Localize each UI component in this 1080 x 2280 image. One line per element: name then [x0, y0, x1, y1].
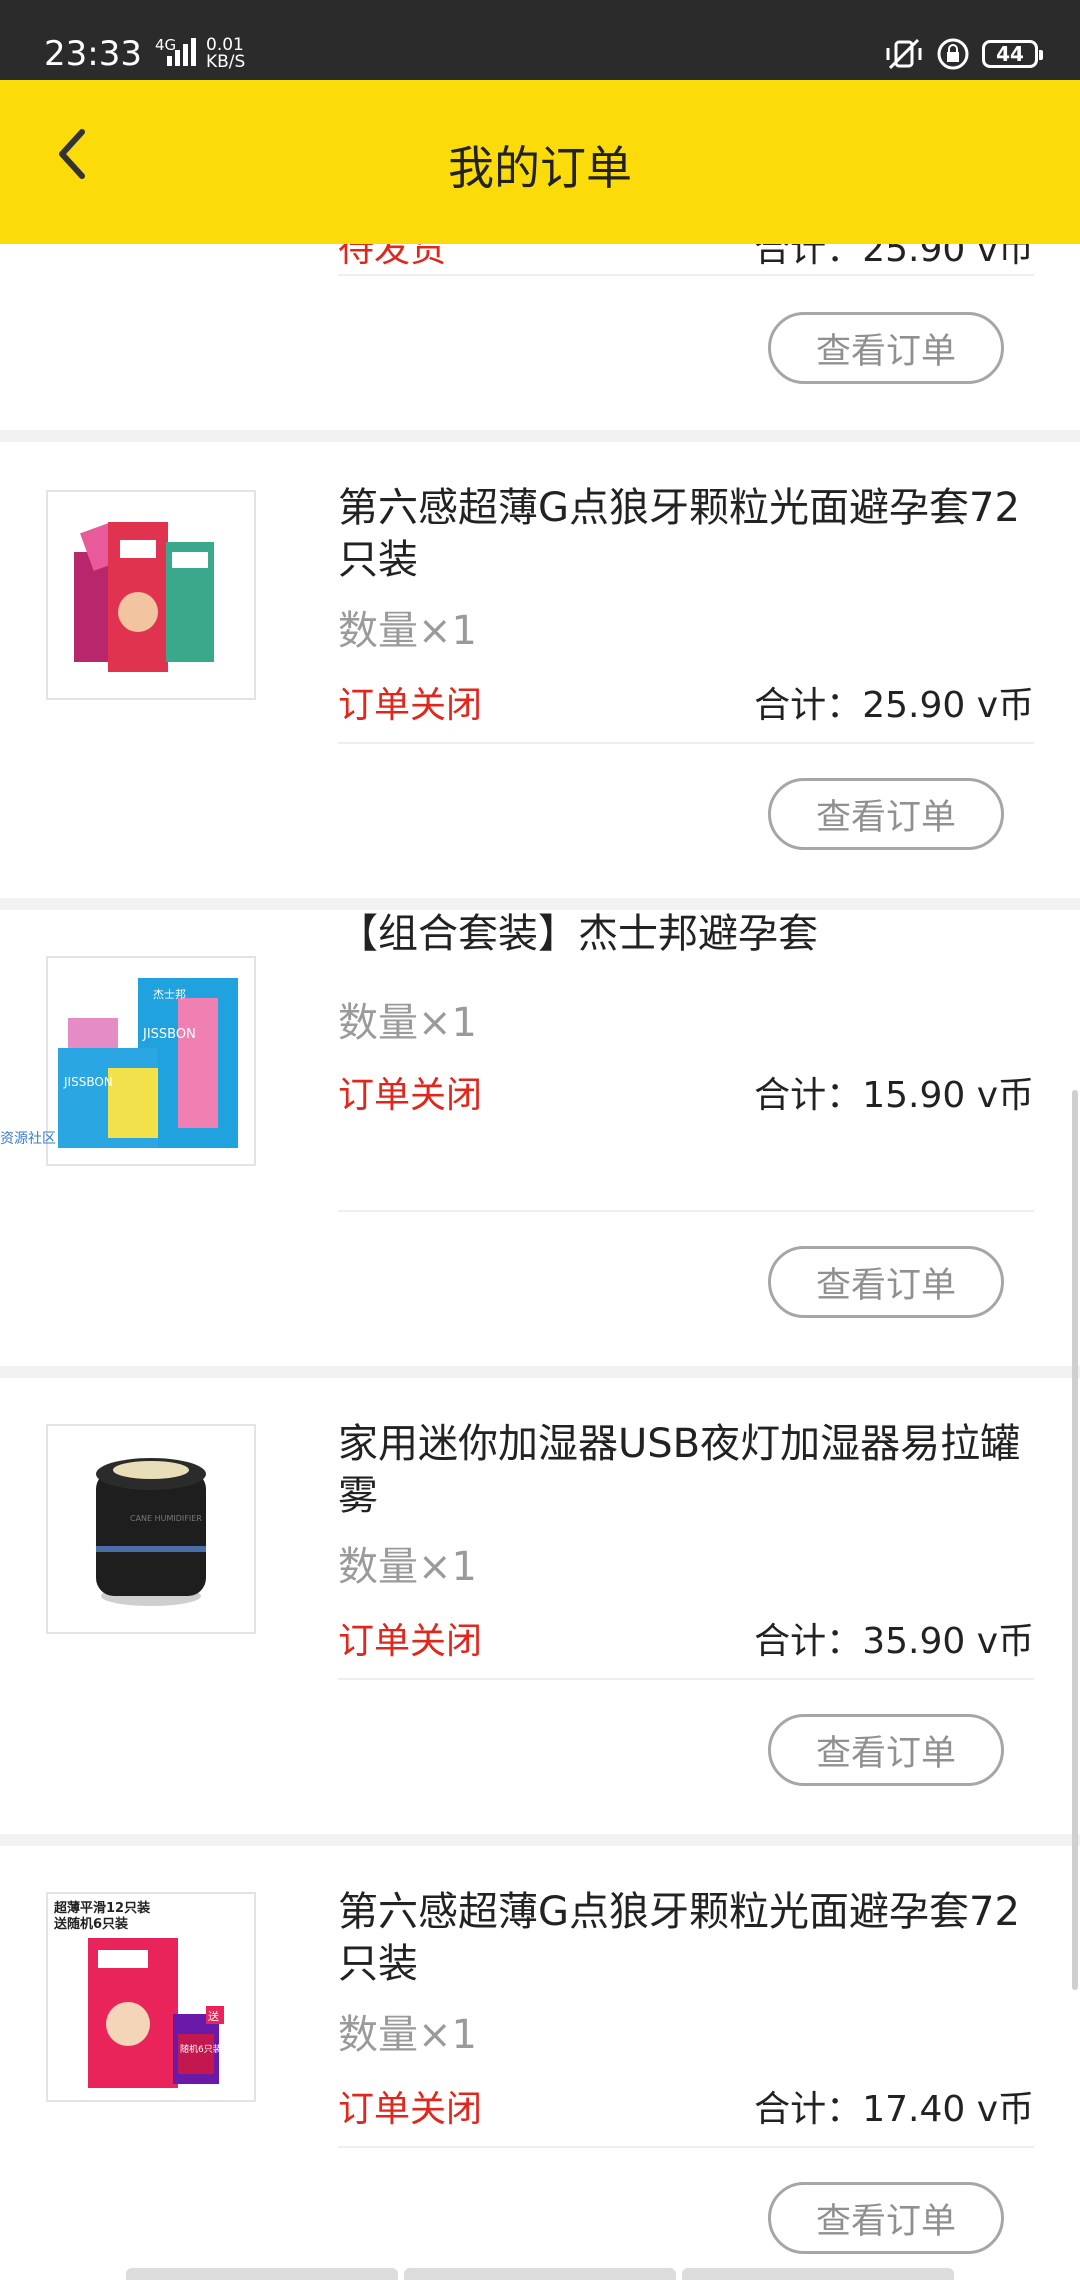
- product-image[interactable]: 超薄平滑12只装 送随机6只装 随机6只装 送: [46, 1892, 256, 2102]
- product-name: 【组合套装】杰士邦避孕套: [338, 911, 818, 957]
- quantity-label: 数量×: [338, 608, 452, 654]
- order-total: 合计：17.40 v币: [754, 2080, 1034, 2132]
- quantity-value: 1: [451, 608, 477, 654]
- quantity-value: 1: [451, 1000, 477, 1046]
- view-order-button[interactable]: 查看订单: [768, 778, 1004, 850]
- product-brand-text: JISSBON: [63, 1075, 113, 1089]
- product-image[interactable]: [46, 490, 256, 700]
- order-status: 订单关闭: [338, 1075, 483, 1116]
- order-total: 合计：25.90 v币: [754, 244, 1034, 272]
- total-label: 合计：: [754, 244, 863, 270]
- divider: [338, 742, 1034, 744]
- order-status: 待发货: [338, 244, 447, 270]
- product-boxes-image: 超薄平滑12只装 送随机6只装 随机6只装 送: [53, 1900, 224, 2088]
- scrollbar[interactable]: [1072, 1090, 1078, 1990]
- promo-text-line1: 超薄平滑12只装: [54, 1900, 150, 1916]
- bottom-tab: [404, 2268, 676, 2280]
- total-value: 15.90 v币: [862, 1075, 1034, 1116]
- product-brand-cn-text: 杰士邦: [153, 988, 186, 1001]
- card-separator: [0, 1366, 1080, 1378]
- watermark-text: 资源社区: [0, 1131, 56, 1147]
- humidifier-image: CANE HUMIDIFIER: [96, 1458, 206, 1606]
- product-image[interactable]: CANE HUMIDIFIER: [46, 1424, 256, 1634]
- total-value: 25.90 v币: [862, 244, 1034, 270]
- promo-tag-text: 送: [208, 2009, 219, 2023]
- order-quantity: 数量×1: [338, 2002, 477, 2060]
- order-status: 订单关闭: [338, 1621, 483, 1662]
- total-label: 合计：: [754, 2089, 863, 2130]
- product-boxes-image: JISSBON JISSBON 杰士邦: [58, 978, 238, 1148]
- quantity-label: 数量×: [338, 1544, 452, 1590]
- order-status: 订单关闭: [338, 685, 483, 726]
- card-separator: [0, 1834, 1080, 1846]
- quantity-value: 1: [451, 1544, 477, 1590]
- battery-level: 44: [996, 42, 1024, 66]
- bottom-tab: [126, 2268, 398, 2280]
- view-order-button[interactable]: 查看订单: [768, 1246, 1004, 1318]
- total-value: 35.90 v币: [862, 1621, 1034, 1662]
- product-brand-text: CANE HUMIDIFIER: [130, 1514, 202, 1523]
- promo-text-line2: 送随机6只装: [53, 1916, 128, 1932]
- divider: [338, 274, 1034, 276]
- lock-rotation-icon: [937, 38, 969, 70]
- quantity-label: 数量×: [338, 2012, 452, 2058]
- card-separator: [0, 430, 1080, 442]
- order-card: 待发货 合计：25.90 v币 查看订单: [0, 244, 1080, 424]
- product-image[interactable]: JISSBON JISSBON 杰士邦: [46, 956, 256, 1166]
- divider: [338, 1678, 1034, 1680]
- order-card: CANE HUMIDIFIER 家用迷你加湿器USB夜灯加湿器易拉罐雾 数量×1…: [0, 1378, 1080, 1834]
- total-label: 合计：: [754, 1621, 863, 1662]
- divider: [338, 1210, 1034, 1212]
- promo-box-text: 随机6只装: [180, 2043, 222, 2055]
- total-value: 25.90 v币: [862, 685, 1034, 726]
- total-label: 合计：: [754, 1075, 863, 1116]
- view-order-button[interactable]: 查看订单: [768, 2182, 1004, 2254]
- total-value: 17.40 v币: [862, 2089, 1034, 2130]
- status-icons: 44: [884, 36, 1043, 72]
- order-status: 订单关闭: [338, 2089, 483, 2130]
- view-order-button[interactable]: 查看订单: [768, 312, 1004, 384]
- quantity-value: 1: [451, 2012, 477, 2058]
- order-total: 合计：25.90 v币: [754, 676, 1034, 728]
- order-list[interactable]: 待发货 合计：25.90 v币 查看订单 第六感超薄G点狼牙颗粒光面避孕套72只…: [0, 244, 1080, 2280]
- bottom-tab: [682, 2268, 954, 2280]
- product-boxes-image: [74, 522, 214, 672]
- divider: [338, 2146, 1034, 2148]
- battery-icon: 44: [982, 40, 1043, 68]
- page-title: 我的订单: [448, 141, 632, 195]
- order-card: 第六感超薄G点狼牙颗粒光面避孕套72只装 数量×1 订单关闭 合计：25.90 …: [0, 442, 1080, 898]
- order-card: JISSBON JISSBON 杰士邦 【组合套装】杰士邦避孕套 数量×1 订单…: [0, 910, 1080, 1366]
- product-name: 家用迷你加湿器USB夜灯加湿器易拉罐雾: [338, 1421, 1021, 1519]
- vibrate-mute-icon: [886, 38, 922, 70]
- product-brand-text: JISSBON: [142, 1027, 196, 1042]
- order-quantity: 数量×1: [338, 990, 477, 1048]
- order-quantity: 数量×1: [338, 1534, 477, 1592]
- speed-unit: KB/S: [206, 52, 246, 72]
- bottom-tab-strip: [126, 2268, 954, 2280]
- order-card: 超薄平滑12只装 送随机6只装 随机6只装 送 第六感超薄G点狼牙颗粒光面避孕套…: [0, 1846, 1080, 2280]
- order-total: 合计：35.90 v币: [754, 1612, 1034, 1664]
- view-order-button[interactable]: 查看订单: [768, 1714, 1004, 1786]
- signal-icon: [167, 38, 196, 66]
- product-name: 第六感超薄G点狼牙颗粒光面避孕套72只装: [338, 1889, 1020, 1987]
- total-label: 合计：: [754, 685, 863, 726]
- status-time: 23:33: [44, 34, 142, 74]
- nav-bar: 我的订单: [0, 80, 1080, 244]
- order-quantity: 数量×1: [338, 598, 477, 656]
- order-total: 合计：15.90 v币: [754, 1066, 1034, 1118]
- product-name: 第六感超薄G点狼牙颗粒光面避孕套72只装: [338, 485, 1020, 583]
- network-speed: 0.01 KB/S: [206, 37, 245, 71]
- status-bar: 23:33 4G 0.01 KB/S 44: [0, 0, 1080, 80]
- quantity-label: 数量×: [338, 1000, 452, 1046]
